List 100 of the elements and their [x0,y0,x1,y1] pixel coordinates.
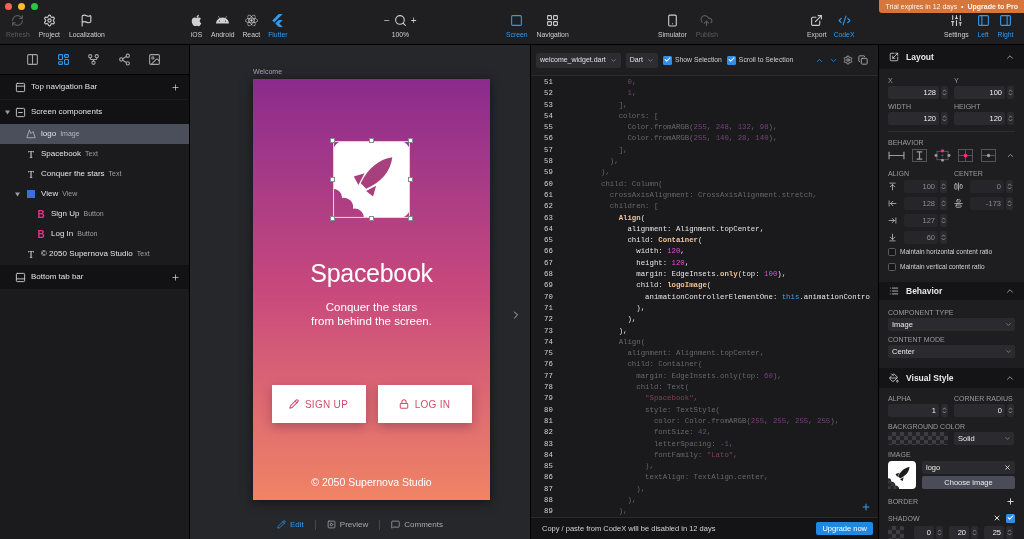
chevron-down-icon [1004,435,1011,442]
disclosure-triangle-icon[interactable] [15,191,20,197]
stepper-icon[interactable] [1007,86,1014,99]
plus-icon[interactable] [171,272,180,282]
section-header[interactable]: Layout [879,45,1024,69]
refresh-icon [11,14,25,27]
chevron-down-icon [1005,321,1012,328]
x-icon[interactable] [993,514,1001,522]
stepper-icon[interactable] [941,112,948,125]
collapse-icon[interactable] [1005,373,1015,383]
panel-top-icon [15,81,26,93]
section-header[interactable]: Behavior [879,282,1024,300]
zoom-out-button[interactable]: − [384,14,390,27]
resize-handle[interactable] [330,138,335,143]
arrow-down-to-line-icon [888,233,897,242]
collapse-icon[interactable] [1005,52,1015,62]
checkbox[interactable] [888,248,896,256]
list-icon [889,286,899,296]
window-zoom-button[interactable] [31,3,38,10]
image-thumbnail [888,461,916,489]
resize-handle[interactable] [408,216,413,221]
stepper-icon[interactable] [1006,197,1013,210]
stepper-icon[interactable] [940,180,947,193]
stepper-icon[interactable] [941,86,948,99]
checkmark-icon [727,56,735,64]
stepper-icon[interactable] [1007,112,1014,125]
letter-icon: T [27,248,35,260]
speech-bubble-icon [391,520,401,529]
checkbox[interactable] [888,263,896,271]
preview-tab[interactable]: Preview [326,518,369,531]
crosshair-box-icon[interactable] [957,148,974,162]
image-icon[interactable] [148,53,161,66]
dashboard-icon[interactable] [56,53,70,66]
copyright-text: © 2050 Supernova Studio [311,476,432,489]
letter-icon: T [27,148,35,160]
resize-handle[interactable] [408,177,413,182]
i-beam-box-icon[interactable] [911,148,928,162]
play-square-icon [326,520,336,529]
log-in-button[interactable]: LOG IN [377,385,472,423]
resize-handle[interactable] [369,138,374,143]
checkerboard-swatch[interactable] [888,432,948,445]
checkmark-icon [663,56,672,64]
section-title: Bottom tab bar [31,271,84,283]
checkbox[interactable] [726,55,736,65]
stepper-icon[interactable] [936,526,943,539]
resize-handle[interactable] [408,138,413,143]
checkmark-icon [1006,514,1015,522]
rocket-logo[interactable] [333,141,410,218]
collapse-icon[interactable] [1005,286,1015,296]
checkbox[interactable] [663,55,672,65]
copy-icon[interactable] [858,55,868,65]
checkerboard-swatch[interactable] [888,526,904,539]
box-dots-icon[interactable] [934,148,951,162]
window-minimize-button[interactable] [18,3,25,10]
stepper-icon[interactable] [971,526,978,539]
plus-icon[interactable] [171,82,180,92]
section-title: Top navigation Bar [31,81,98,93]
plus-icon[interactable] [1006,496,1015,506]
section-header[interactable]: Bottom tab bar [0,265,189,289]
section-header[interactable]: Visual Style [879,368,1024,388]
sign-up-button[interactable]: SIGN UP [271,385,366,423]
x-icon[interactable] [1004,464,1011,471]
square-icon [510,14,524,27]
fork-icon[interactable] [87,53,100,66]
edit-tab[interactable]: Edit [277,518,304,531]
grid-icon [546,14,560,27]
letter-icon: B [37,208,45,220]
share-nodes-icon[interactable] [117,53,131,66]
resize-handle[interactable] [330,216,335,221]
stepper-icon[interactable] [940,197,947,210]
comments-tab[interactable]: Comments [391,518,443,531]
center-vertical-icon [954,199,963,208]
zoom-in-button[interactable]: + [410,14,417,27]
stepper-icon[interactable] [940,214,947,227]
section-header[interactable]: Top navigation Bar [0,75,189,99]
disclosure-triangle-icon[interactable] [5,109,10,115]
stepper-icon[interactable] [1007,404,1014,417]
sliders-icon [949,14,963,27]
window-close-button[interactable] [5,3,12,10]
section-header[interactable]: Screen components [0,100,189,124]
flutter-logo-icon [271,14,285,27]
stepper-icon[interactable] [941,404,948,417]
resize-handle[interactable] [330,177,335,182]
chevron-down-icon [609,56,617,64]
gear-icon [42,14,56,27]
stepper-icon[interactable] [940,231,947,244]
chevron-down-icon [647,56,654,64]
resize-handle[interactable] [369,216,374,221]
paint-bucket-icon [889,373,899,383]
stepper-icon[interactable] [1006,180,1013,193]
checkbox[interactable] [1006,513,1015,523]
letter-icon: T [27,168,35,180]
square-icon [27,190,35,198]
panel-bottom-icon [15,271,26,283]
settings-icon[interactable] [843,55,853,65]
app-title: Spacebook [310,258,433,288]
square-minus-icon [15,106,26,118]
code-icon [837,14,851,27]
right-panel-icon [999,14,1012,27]
columns-icon[interactable] [26,53,39,66]
